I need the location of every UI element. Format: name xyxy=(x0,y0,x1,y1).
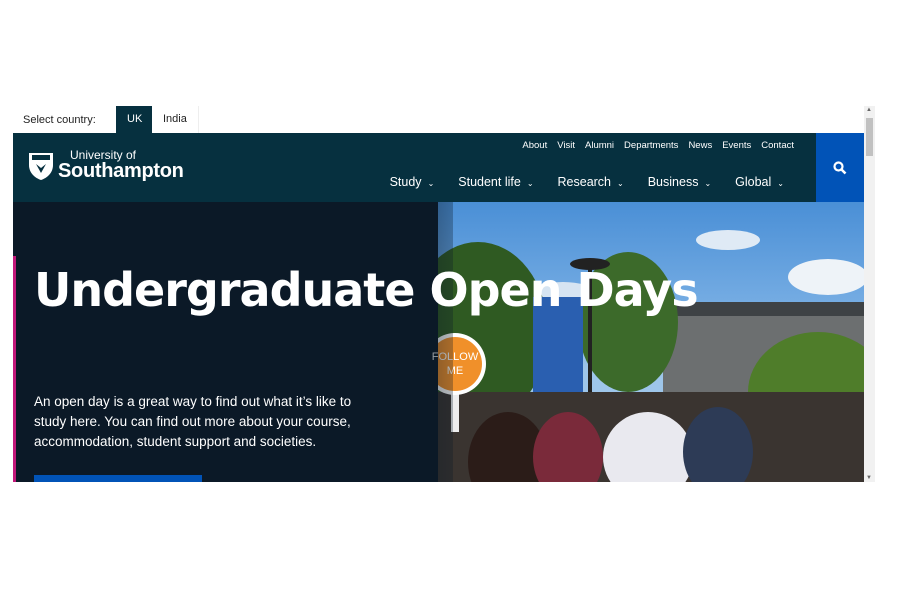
crest-icon xyxy=(29,153,53,180)
nav-global[interactable]: Global ⌄ xyxy=(735,175,784,189)
scrollbar-thumb[interactable] xyxy=(866,118,873,156)
nav-label: Study xyxy=(389,175,422,189)
hero-banner: FOLLOW ME Undergraduate Open Days An ope… xyxy=(13,202,864,482)
nav-business[interactable]: Business ⌄ xyxy=(648,175,711,189)
chevron-down-icon: ⌄ xyxy=(427,179,435,188)
logo-line2: Southampton xyxy=(58,160,184,182)
util-link-alumni[interactable]: Alumni xyxy=(585,140,614,151)
photo-fade xyxy=(353,202,453,482)
scrollbar[interactable]: ▲ ▼ xyxy=(864,106,875,482)
country-tab-uk[interactable]: UK xyxy=(116,106,154,133)
chevron-down-icon: ⌄ xyxy=(704,179,712,188)
accent-bar xyxy=(13,256,16,482)
util-link-events[interactable]: Events xyxy=(722,140,751,151)
university-logo[interactable]: University of Southampton xyxy=(28,149,184,181)
country-selector: Select country: UK India xyxy=(13,106,864,133)
util-link-visit[interactable]: Visit xyxy=(557,140,575,151)
open-day-crowd-image xyxy=(408,230,864,482)
scroll-down-icon[interactable]: ▼ xyxy=(866,475,872,481)
chevron-down-icon: ⌄ xyxy=(617,179,624,188)
search-button[interactable] xyxy=(816,133,864,202)
country-tab-india[interactable]: India xyxy=(152,106,199,133)
country-label: Select country: xyxy=(23,114,96,126)
site-header: University of Southampton About Visit Al… xyxy=(13,133,864,202)
search-icon xyxy=(833,160,847,174)
main-nav: Study ⌄ Student life ⌄ Research ⌄ Business ⌄… xyxy=(390,175,784,189)
nav-study[interactable]: Study ⌄ xyxy=(390,175,435,189)
browser-viewport: Select country: UK India University of S… xyxy=(13,106,864,482)
utility-nav: About Visit Alumni Departments News Even… xyxy=(522,140,794,151)
hero-cta-button[interactable] xyxy=(34,475,202,482)
nav-label: Research xyxy=(557,175,612,189)
nav-label: Business xyxy=(647,175,699,189)
scroll-up-icon[interactable]: ▲ xyxy=(866,107,872,113)
util-link-news[interactable]: News xyxy=(688,140,712,151)
nav-label: Global xyxy=(735,175,772,189)
util-link-about[interactable]: About xyxy=(522,140,547,151)
nav-research[interactable]: Research ⌄ xyxy=(558,175,624,189)
hero-description: An open day is a great way to find out w… xyxy=(34,394,352,449)
util-link-contact[interactable]: Contact xyxy=(761,140,794,151)
util-link-departments[interactable]: Departments xyxy=(624,140,678,151)
nav-student-life[interactable]: Student life ⌄ xyxy=(458,175,533,189)
hero-title: Undergraduate Open Days xyxy=(34,263,699,317)
chevron-down-icon: ⌄ xyxy=(777,179,784,188)
chevron-down-icon: ⌄ xyxy=(526,179,534,188)
nav-label: Student life xyxy=(458,175,521,189)
hero-photo: FOLLOW ME xyxy=(408,202,864,482)
